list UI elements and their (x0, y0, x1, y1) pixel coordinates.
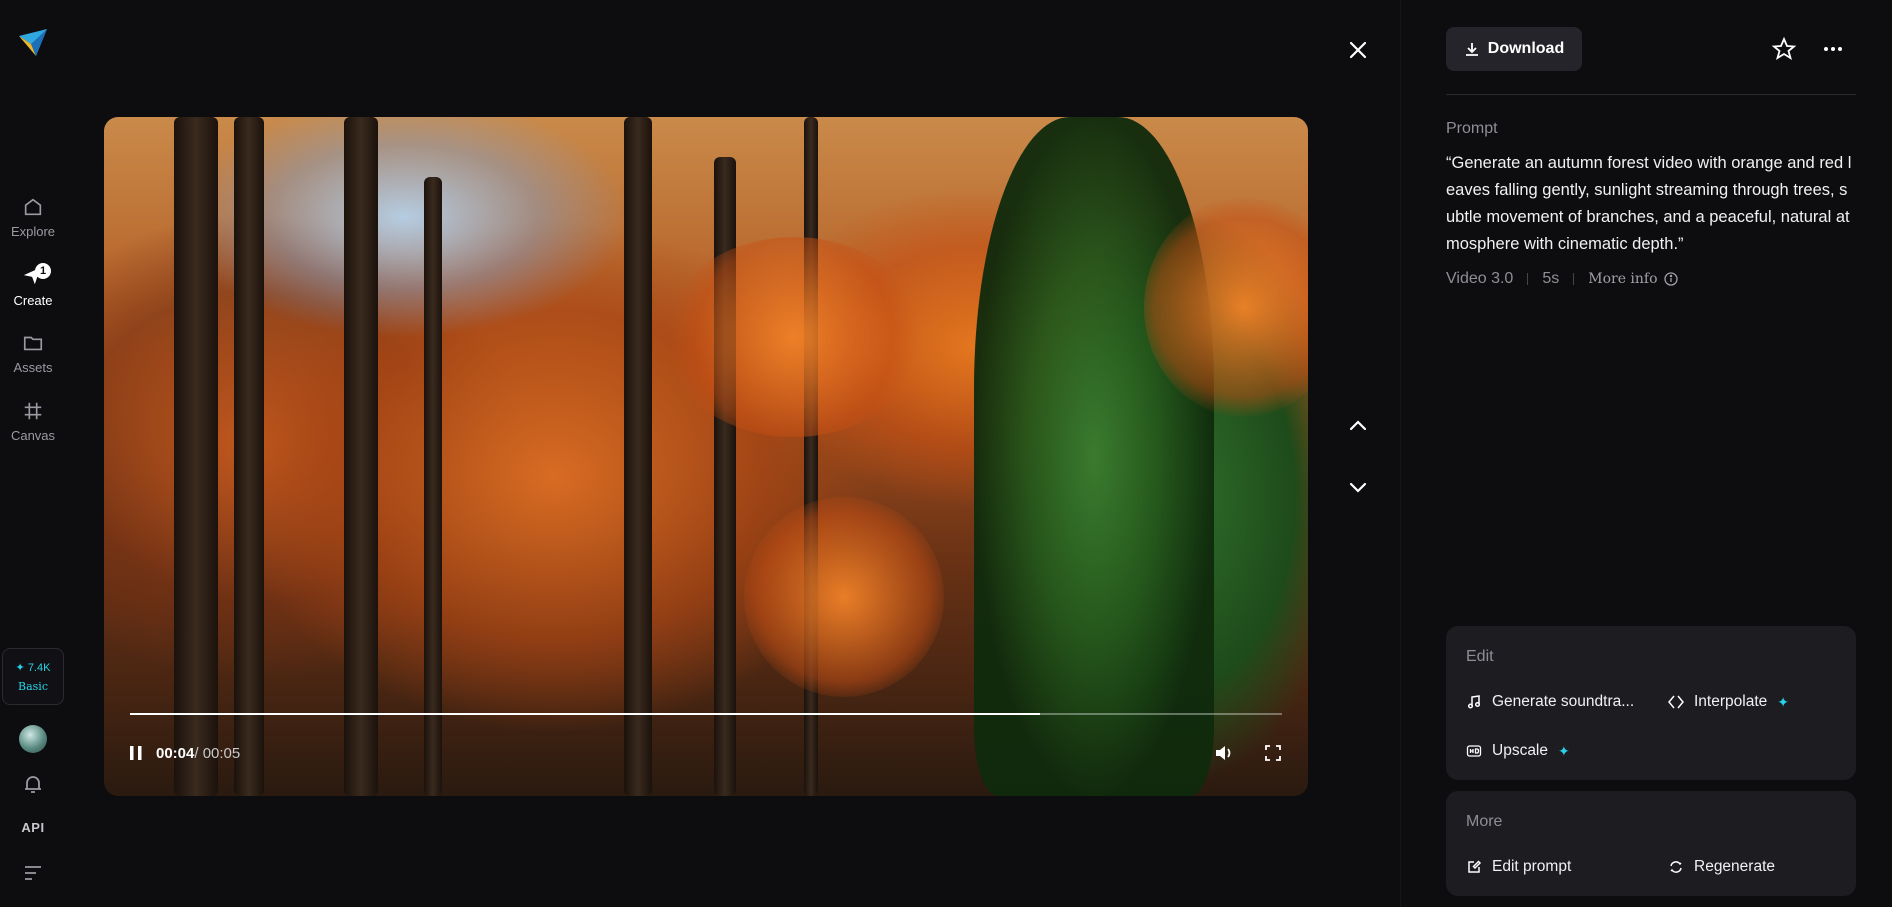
download-icon (1465, 43, 1478, 56)
meta-separator (1573, 273, 1575, 285)
plan-label: Basic (18, 679, 48, 693)
sidebar: Explore 1 Create Assets Canvas ✦ 7.4K Ba… (0, 0, 66, 907)
pause-button[interactable] (128, 741, 144, 765)
leaf-cluster (664, 237, 924, 437)
tree-trunk (344, 117, 378, 796)
download-label: Download (1487, 40, 1565, 57)
sidebar-item-label: Canvas (10, 428, 56, 443)
duration: 5s (1542, 270, 1560, 287)
tree-trunk (624, 117, 652, 796)
edit-card: Edit Generate soundtra... Interpolate ✦ … (1446, 626, 1856, 780)
edit-title: Edit (1466, 648, 1494, 665)
prompt-label: Prompt (1446, 120, 1498, 137)
model-name: Video 3.0 (1446, 270, 1514, 287)
sidebar-item-assets[interactable]: Assets (0, 332, 66, 375)
edit-prompt-icon (1468, 860, 1482, 873)
sidebar-item-explore[interactable]: Explore (0, 196, 66, 239)
pause-icon (130, 746, 142, 760)
interpolate-button[interactable]: Interpolate ✦ (1668, 693, 1789, 711)
fullscreen-icon (1265, 745, 1281, 761)
generate-soundtrack-button[interactable]: Generate soundtra... (1466, 693, 1634, 711)
app-logo-icon[interactable] (16, 26, 50, 60)
generation-meta: Video 3.0 5s More info (1446, 270, 1678, 288)
avatar[interactable] (19, 725, 47, 753)
close-icon[interactable] (1344, 36, 1372, 64)
canvas-icon (24, 402, 42, 420)
tree-trunk (234, 117, 264, 796)
more-info-link[interactable]: More info (1588, 271, 1678, 287)
video-player[interactable]: 00:04 / 00:05 (104, 117, 1308, 796)
sidebar-item-label: Assets (13, 360, 53, 375)
upscale-button[interactable]: Upscale ✦ (1466, 742, 1570, 760)
tree-trunk (174, 117, 218, 796)
tree-trunk (424, 177, 442, 796)
ivy-tree (974, 117, 1214, 796)
home-icon (24, 198, 42, 216)
bell-icon[interactable] (21, 772, 45, 796)
credits-amount: ✦ 7.4K (15, 661, 51, 674)
panel-divider (1400, 0, 1401, 907)
credits-badge[interactable]: ✦ 7.4K Basic (2, 648, 64, 705)
video-time: 00:04 / 00:05 (156, 741, 240, 765)
total-time: / 00:05 (194, 744, 241, 762)
sidebar-item-canvas[interactable]: Canvas (0, 400, 66, 443)
info-icon (1663, 272, 1678, 286)
notification-badge: 1 (35, 263, 51, 279)
regenerate-icon (1670, 861, 1682, 873)
regenerate-button[interactable]: Regenerate (1668, 858, 1775, 876)
current-time: 00:04 (156, 744, 195, 762)
volume-button[interactable] (1214, 741, 1236, 765)
more-title: More (1466, 813, 1503, 830)
premium-sparkle-icon: ✦ (1777, 693, 1789, 710)
more-options-icon[interactable] (1820, 36, 1846, 62)
prompt-text: “Generate an autumn forest video with or… (1446, 154, 1852, 253)
tree-trunk (804, 117, 818, 796)
star-icon[interactable] (1771, 36, 1797, 62)
menu-icon[interactable] (22, 862, 44, 884)
chevron-down-icon[interactable] (1344, 474, 1372, 502)
api-link[interactable]: API (0, 820, 66, 835)
fullscreen-button[interactable] (1264, 741, 1282, 765)
video-progress-bar[interactable] (130, 713, 1282, 715)
premium-sparkle-icon: ✦ (1558, 742, 1570, 759)
sidebar-item-label: Create (13, 293, 53, 308)
folder-icon (23, 336, 43, 351)
panel-separator (1446, 94, 1856, 95)
more-card: More Edit prompt Regenerate (1446, 791, 1856, 896)
meta-separator (1527, 273, 1529, 285)
sidebar-item-create[interactable]: 1 Create (0, 263, 66, 308)
sidebar-item-label: Explore (10, 224, 56, 239)
volume-icon (1216, 746, 1231, 760)
hd-icon (1466, 745, 1482, 757)
chevron-up-icon[interactable] (1344, 411, 1372, 439)
video-progress-fill (130, 713, 1041, 715)
interpolate-icon (1668, 695, 1684, 709)
edit-prompt-button[interactable]: Edit prompt (1466, 858, 1571, 876)
download-button[interactable]: Download (1446, 27, 1582, 71)
leaf-cluster (744, 497, 944, 697)
music-note-icon (1467, 695, 1481, 709)
